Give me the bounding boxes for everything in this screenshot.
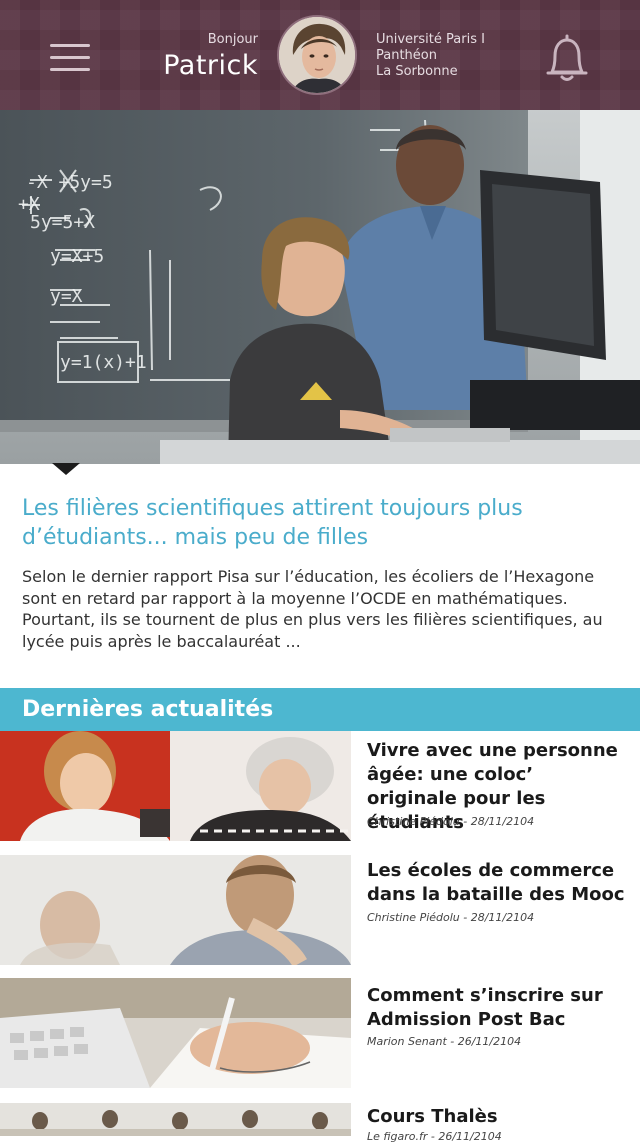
news-title[interactable]: Les écoles de commerce dans la bataille … <box>367 859 629 907</box>
featured-pointer-arrow <box>52 463 80 475</box>
news-thumbnail <box>0 978 351 1088</box>
chalk-line-1: -X +5y=5 <box>26 172 113 193</box>
avatar[interactable] <box>277 15 357 95</box>
news-thumbnail <box>0 731 351 841</box>
university-line-1: Université Paris I <box>376 32 485 47</box>
news-meta: Christine Piédolu - 28/11/2104 <box>367 815 535 828</box>
user-name: Patrick <box>163 50 258 81</box>
greeting-label: Bonjour <box>207 32 258 47</box>
news-item[interactable]: Comment s’inscrire sur Admission Post Ba… <box>0 978 640 1088</box>
news-thumbnail <box>0 855 351 965</box>
news-title[interactable]: Cours Thalès <box>367 1105 629 1129</box>
news-meta: Marion Senant - 26/11/2104 <box>367 1035 522 1048</box>
news-thumbnail <box>0 1103 351 1136</box>
chalk-line-3: 5y=5+X <box>30 212 95 233</box>
news-item[interactable]: Cours Thalès Le figaro.fr - 26/11/2104 <box>0 1103 640 1143</box>
featured-article-title[interactable]: Les filières scientifiques attirent touj… <box>22 494 612 552</box>
latest-news-header: Dernières actualités <box>0 688 640 731</box>
news-meta: Christine Piédolu - 28/11/2104 <box>367 911 535 924</box>
chalk-line-5: y=X <box>50 286 83 307</box>
news-item[interactable]: Les écoles de commerce dans la bataille … <box>0 855 640 965</box>
featured-image[interactable]: -X +5y=5 +X 5y=5+X y=X+5 y=X y=1(x)+1 <box>0 110 640 464</box>
hamburger-menu-icon[interactable] <box>50 44 90 72</box>
chalk-line-6: y=1(x)+1 <box>60 352 147 373</box>
chalk-line-4: y=X+5 <box>50 246 104 267</box>
news-meta: Le figaro.fr - 26/11/2104 <box>367 1130 502 1143</box>
university-line-2: Panthéon <box>376 48 437 63</box>
section-title: Dernières actualités <box>22 697 274 722</box>
university-line-3: La Sorbonne <box>376 64 458 79</box>
bell-icon[interactable] <box>542 32 592 84</box>
news-item[interactable]: Vivre avec une personne âgée: une coloc’… <box>0 731 640 841</box>
news-title[interactable]: Comment s’inscrire sur Admission Post Ba… <box>367 984 629 1032</box>
university-name: Université Paris I Panthéon La Sorbonne <box>376 32 496 80</box>
app-header: Bonjour Patrick Université Paris I Panth… <box>0 0 640 110</box>
featured-article-excerpt: Selon le dernier rapport Pisa sur l’éduc… <box>22 567 603 651</box>
